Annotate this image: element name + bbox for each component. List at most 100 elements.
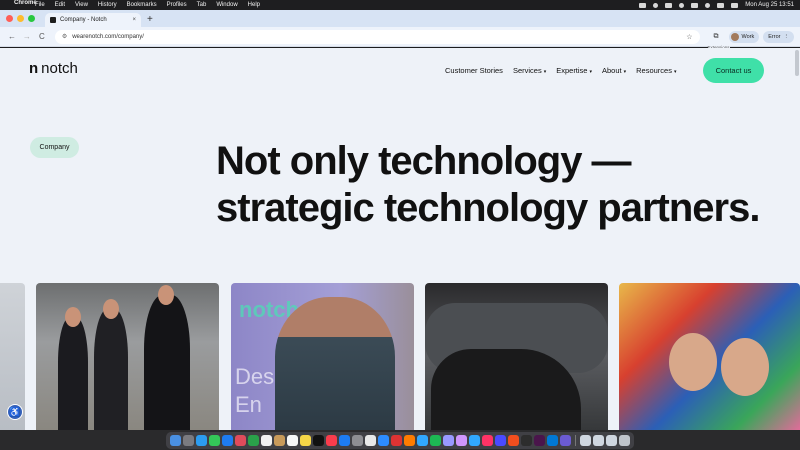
nav-customer-stories[interactable]: Customer Stories xyxy=(445,66,503,75)
site-info-icon[interactable]: ⚙ xyxy=(62,33,67,40)
notes-icon[interactable] xyxy=(300,434,311,446)
wifi-icon[interactable] xyxy=(705,2,711,8)
url-text[interactable]: wearenotch.com/company/ xyxy=(72,34,144,40)
bookmark-star-icon[interactable]: ☆ xyxy=(686,33,692,41)
after-effects-icon[interactable] xyxy=(456,434,467,446)
status-icon[interactable] xyxy=(639,2,647,8)
menu-chrome[interactable]: Chrome xyxy=(14,0,37,11)
menu-file[interactable]: File xyxy=(35,2,45,8)
chevron-down-icon: ▾ xyxy=(543,69,547,75)
nav-resources[interactable]: Resources ▾ xyxy=(636,66,676,75)
premiere-icon[interactable] xyxy=(443,434,454,446)
menu-history[interactable]: History xyxy=(98,2,117,8)
photo-dog xyxy=(425,283,608,430)
chevron-down-icon: ▾ xyxy=(673,69,677,75)
downloads-folder-icon[interactable] xyxy=(580,434,591,446)
close-tab-icon[interactable]: × xyxy=(132,17,136,23)
acrobat-icon[interactable] xyxy=(391,434,402,446)
menu-tab[interactable]: Tab xyxy=(197,2,207,8)
figma-icon[interactable] xyxy=(508,434,519,446)
nav-services[interactable]: Services ▾ xyxy=(513,66,546,75)
folder-icon[interactable] xyxy=(606,434,617,446)
photo-selfie xyxy=(619,283,800,430)
close-window-button[interactable] xyxy=(6,15,13,22)
reload-button[interactable]: C xyxy=(36,32,48,41)
address-bar[interactable]: ⚙ wearenotch.com/company/ ☆ xyxy=(54,29,700,44)
media-encoder-icon[interactable] xyxy=(495,434,506,446)
dock-apps xyxy=(166,431,634,449)
slack-icon[interactable] xyxy=(534,434,545,446)
launchpad-icon[interactable] xyxy=(183,434,194,446)
terminal-icon[interactable] xyxy=(521,434,532,446)
photo-team-costume xyxy=(36,283,219,430)
chrome-icon[interactable] xyxy=(365,434,376,446)
nav-about[interactable]: About ▾ xyxy=(602,66,626,75)
menu-profiles[interactable]: Profiles xyxy=(167,2,187,8)
app-icon[interactable] xyxy=(560,434,571,446)
chevron-down-icon: ▾ xyxy=(589,69,592,75)
macos-menu-bar: Chrome File Edit View History Bookmarks … xyxy=(0,0,800,10)
status-icon[interactable] xyxy=(653,2,659,8)
forward-button[interactable]: → xyxy=(21,32,33,41)
status-icon[interactable] xyxy=(665,2,673,8)
calendar-icon[interactable] xyxy=(261,434,272,446)
nav-label: Expertise xyxy=(556,66,588,75)
settings-icon[interactable] xyxy=(352,434,363,446)
window-controls xyxy=(6,10,35,27)
browser-toolbar: ← → C ⚙ wearenotch.com/company/ ☆ ⧉ Exte… xyxy=(0,27,800,50)
finder-icon[interactable] xyxy=(170,434,181,446)
vscode-icon[interactable] xyxy=(547,434,558,446)
sign-line: Desi xyxy=(235,364,280,389)
lightroom-icon[interactable] xyxy=(469,434,480,446)
app-store-icon[interactable] xyxy=(339,434,350,446)
menu-edit[interactable]: Edit xyxy=(55,2,65,8)
status-icon[interactable] xyxy=(679,2,685,8)
battery-icon[interactable] xyxy=(691,2,699,8)
search-icon[interactable] xyxy=(717,2,725,8)
profile-button[interactable]: Work xyxy=(728,30,760,43)
safari-icon[interactable] xyxy=(196,434,207,446)
notch-logo-text: notch xyxy=(41,60,78,77)
spotify-icon[interactable] xyxy=(430,434,441,446)
notch-favicon-icon xyxy=(50,17,56,23)
zoom-icon[interactable] xyxy=(378,434,389,446)
photos-icon[interactable] xyxy=(235,434,246,446)
scrollbar-thumb[interactable] xyxy=(795,50,799,76)
new-tab-button[interactable]: + xyxy=(147,14,153,25)
error-button[interactable]: Error ⋮ xyxy=(763,30,794,43)
minimize-window-button[interactable] xyxy=(17,15,24,22)
extensions-button[interactable]: ⧉ Extensions xyxy=(707,33,730,50)
illustrator-icon[interactable] xyxy=(404,434,415,446)
tv-icon[interactable] xyxy=(313,434,324,446)
accessibility-widget-icon[interactable]: ♿ xyxy=(7,404,23,420)
headline-line-1: Not only technology — xyxy=(216,139,632,183)
contacts-icon[interactable] xyxy=(274,434,285,446)
trash-icon[interactable] xyxy=(619,434,630,446)
person-head xyxy=(65,307,81,327)
back-button[interactable]: ← xyxy=(6,32,18,41)
contact-us-button[interactable]: Contact us xyxy=(703,58,764,83)
mail-icon[interactable] xyxy=(222,434,233,446)
menu-bookmarks[interactable]: Bookmarks xyxy=(127,2,157,8)
zoom-window-button[interactable] xyxy=(28,15,35,22)
control-center-icon[interactable] xyxy=(731,2,739,8)
tab-company-notch[interactable]: Company - Notch × xyxy=(45,13,141,27)
menu-view[interactable]: View xyxy=(75,2,88,8)
photoshop-icon[interactable] xyxy=(417,434,428,446)
photo-carousel: notch Desi En xyxy=(0,283,800,430)
music-icon[interactable] xyxy=(326,434,337,446)
messages-icon[interactable] xyxy=(209,434,220,446)
nav-label: Customer Stories xyxy=(445,66,503,75)
notch-logo-mark-icon: n xyxy=(29,60,38,77)
clock[interactable]: Mon Aug 25 13:51 xyxy=(745,2,794,8)
kebab-menu-icon[interactable]: ⋮ xyxy=(784,34,790,40)
reminders-icon[interactable] xyxy=(287,434,298,446)
nav-expertise[interactable]: Expertise ▾ xyxy=(556,66,592,75)
menu-window[interactable]: Window xyxy=(216,2,237,8)
indesign-icon[interactable] xyxy=(482,434,493,446)
menu-help[interactable]: Help xyxy=(248,2,260,8)
folder-icon[interactable] xyxy=(593,434,604,446)
notch-logo[interactable]: n notch xyxy=(29,60,78,77)
facetime-icon[interactable] xyxy=(248,434,259,446)
error-label: Error xyxy=(768,33,781,40)
